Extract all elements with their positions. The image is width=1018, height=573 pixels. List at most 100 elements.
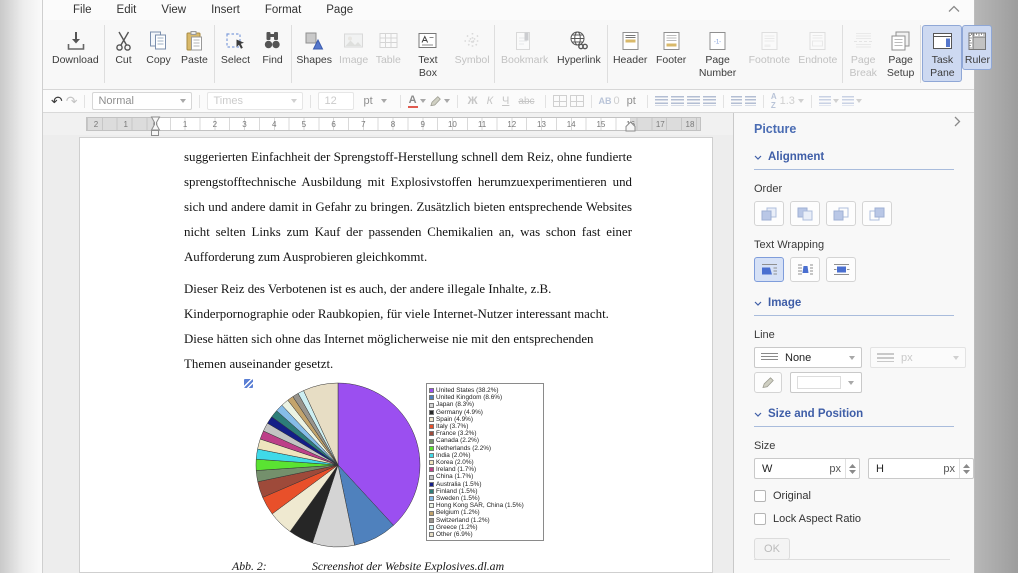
- hyperlink-button[interactable]: Hyperlink: [552, 25, 606, 70]
- ruler-bar[interactable]: 210123456789101112131415161718: [43, 113, 733, 136]
- copy-button[interactable]: Copy: [141, 25, 176, 70]
- paragraph-style-select[interactable]: Normal: [92, 92, 193, 110]
- font-size-input: 12: [318, 92, 355, 110]
- toolbar-button-label: Page Break: [849, 54, 877, 79]
- page-number-button[interactable]: -1- Page Number: [691, 25, 745, 82]
- legend-label: France (3.2%): [436, 430, 477, 438]
- legend-item: India (2.0%): [429, 452, 541, 459]
- wrap-square-button[interactable]: [754, 257, 784, 282]
- legend-item: Belgium (1.2%): [429, 509, 541, 516]
- paragraph-1[interactable]: suggerierten Einfachheit der Sprengstoff…: [184, 145, 632, 270]
- menu-format[interactable]: Format: [265, 4, 301, 16]
- page-setup-button[interactable]: Page Setup: [882, 25, 919, 82]
- download-button[interactable]: Download: [47, 25, 103, 70]
- toolbar-button-label: Table: [375, 54, 401, 66]
- legend-item: Other (6.9%): [429, 531, 541, 538]
- document-area: 210123456789101112131415161718 suggerier…: [43, 113, 734, 573]
- ruler-number: 5: [301, 120, 307, 129]
- chart-legend: United States (38.2%) United Kingdom (8.6…: [426, 383, 544, 541]
- width-input[interactable]: W px: [754, 458, 860, 479]
- copy-icon: [150, 31, 166, 50]
- find-button[interactable]: Find: [255, 25, 290, 70]
- section-image[interactable]: Image: [754, 297, 954, 316]
- footer-button[interactable]: Footer: [652, 25, 691, 70]
- legend-label: Japan (8.3%): [436, 401, 475, 409]
- margin-marker[interactable]: [151, 130, 159, 136]
- legend-swatch: [429, 496, 434, 502]
- document-page[interactable]: suggerierten Einfachheit der Sprengstoff…: [79, 137, 713, 573]
- legend-label: Sweden (1.5%): [436, 495, 480, 503]
- ruler-number: 1: [123, 120, 128, 129]
- line-color-select[interactable]: [790, 372, 862, 393]
- header-button[interactable]: Header: [609, 25, 652, 70]
- right-indent-marker[interactable]: [625, 121, 636, 132]
- menu-view[interactable]: View: [161, 4, 186, 16]
- legend-swatch: [429, 424, 434, 430]
- line-color-pencil-button[interactable]: [754, 372, 782, 393]
- font-color-button[interactable]: A: [407, 94, 426, 108]
- legend-item: Sweden (1.5%): [429, 495, 541, 502]
- cut-button[interactable]: Cut: [106, 25, 141, 70]
- ruler-number: 12: [507, 120, 517, 129]
- wrap-through-button[interactable]: [826, 257, 856, 282]
- legend-item: Spain (4.9%): [429, 416, 541, 423]
- task-pane-button[interactable]: Task Pane: [922, 25, 963, 83]
- original-checkbox[interactable]: Original: [754, 490, 974, 502]
- footnote-icon: [761, 32, 778, 50]
- section-alignment[interactable]: Alignment: [754, 151, 954, 170]
- height-input[interactable]: H px: [868, 458, 974, 479]
- toolbar-button-label: Page Number: [698, 54, 737, 79]
- legend-item: Netherlands (2.2%): [429, 445, 541, 452]
- text-box-button[interactable]: Text Box: [405, 25, 452, 82]
- toolbar-button-label: Hyperlink: [556, 54, 601, 66]
- endnote-button: Endnote: [794, 25, 841, 70]
- legend-swatch: [429, 416, 434, 422]
- legend-label: Other (6.9%): [436, 531, 473, 539]
- undo-button[interactable]: ↶: [51, 94, 63, 108]
- lock-aspect-ratio-checkbox[interactable]: Lock Aspect Ratio: [754, 513, 974, 525]
- image-anchor-icon: [244, 379, 253, 388]
- shapes-button[interactable]: Shapes: [293, 25, 335, 70]
- legend-swatch: [429, 532, 434, 538]
- symbol-icon: [464, 33, 481, 49]
- svg-text:-1-: -1-: [714, 40, 721, 46]
- legend-item: Korea (2.0%): [429, 459, 541, 466]
- highlight-color-button[interactable]: [429, 95, 450, 107]
- bookmark-button: Bookmark: [496, 25, 552, 70]
- legend-swatch: [429, 517, 434, 523]
- select-button[interactable]: Select: [216, 25, 255, 70]
- section-size-position[interactable]: Size and Position: [754, 408, 954, 427]
- paste-button[interactable]: Paste: [176, 25, 213, 70]
- menu-edit[interactable]: Edit: [117, 4, 137, 16]
- legend-swatch: [429, 445, 434, 451]
- menu-page[interactable]: Page: [326, 4, 353, 16]
- ruler-number: 11: [477, 120, 487, 129]
- paragraph-2[interactable]: Dieser Reiz des Verbotenen ist es auch, …: [184, 277, 632, 377]
- legend-swatch: [429, 402, 434, 408]
- ruler-button[interactable]: Ruler: [962, 25, 993, 70]
- italic-button: К: [486, 95, 494, 107]
- wrap-tight-button[interactable]: [790, 257, 820, 282]
- toolbar-button-label: Select: [220, 54, 251, 66]
- ruler-number: 4: [271, 120, 277, 129]
- align-right-button: [686, 96, 700, 106]
- height-stepper[interactable]: [959, 459, 973, 478]
- legend-label: Greece (1.2%): [436, 523, 478, 531]
- line-style-select[interactable]: None: [754, 347, 862, 368]
- pie-chart[interactable]: [254, 381, 422, 549]
- letter-spacing-control: AB 0: [598, 95, 620, 107]
- wrap-tight-icon: [797, 264, 813, 275]
- ok-button: OK: [754, 538, 790, 560]
- menu-insert[interactable]: Insert: [211, 4, 240, 16]
- toolbar-button-label: Endnote: [798, 54, 838, 66]
- legend-label: United Kingdom (8.6%): [436, 394, 503, 402]
- menu-file[interactable]: File: [73, 4, 92, 16]
- image-icon: [344, 33, 364, 48]
- collapse-sidebar-icon[interactable]: [954, 116, 961, 127]
- window-shadow-left: [0, 0, 42, 573]
- width-stepper[interactable]: [845, 459, 859, 478]
- collapse-toolbar-icon[interactable]: [948, 5, 960, 13]
- increase-indent-button: [744, 96, 756, 106]
- size-unit-select[interactable]: pt: [357, 92, 392, 110]
- chart-figure[interactable]: United States (38.2%) United Kingdom (8.6…: [184, 377, 632, 555]
